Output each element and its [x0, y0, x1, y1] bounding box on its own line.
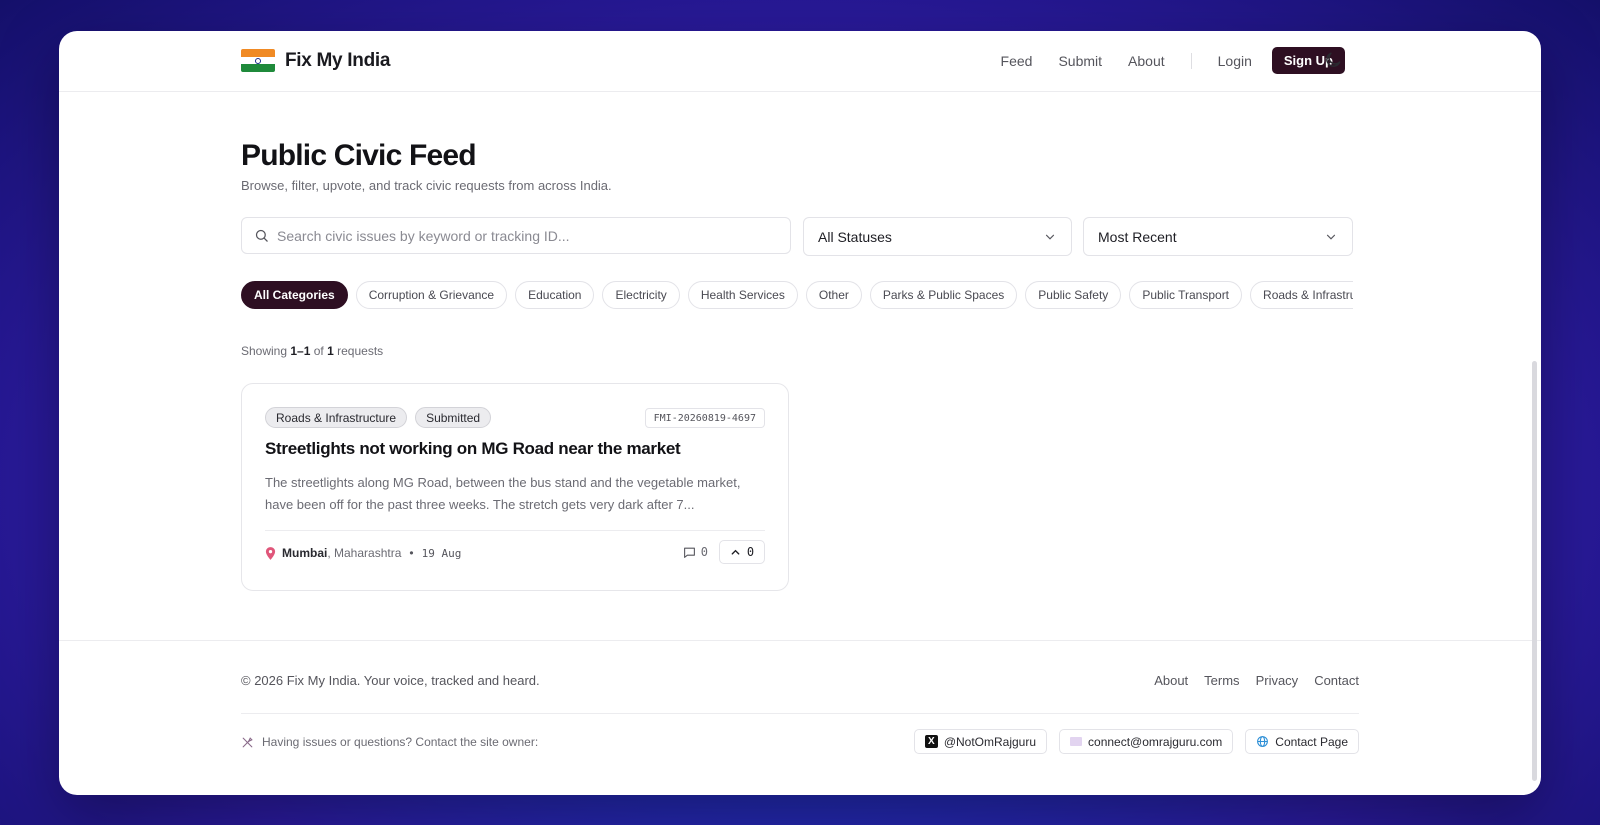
search-input[interactable]	[277, 227, 757, 244]
nav-login-link[interactable]: Login	[1218, 53, 1252, 69]
chevron-down-icon	[1045, 234, 1055, 240]
chip-health-services[interactable]: Health Services	[687, 281, 798, 309]
nav-about-link[interactable]: About	[1128, 53, 1165, 69]
status-select-value: All Statuses	[818, 228, 892, 245]
contact-page-button[interactable]: Contact Page	[1245, 729, 1359, 754]
brand-name: Fix My India	[285, 49, 391, 71]
twitter-button[interactable]: X @NotOmRajguru	[913, 729, 1048, 754]
results-prefix: Showing	[241, 344, 288, 358]
request-card[interactable]: Roads & Infrastructure Submitted FMI-202…	[241, 383, 789, 591]
chip-other[interactable]: Other	[805, 281, 862, 309]
site-header: Fix My India Feed Submit About Login Sig…	[59, 31, 1541, 92]
comment-count[interactable]: 0	[683, 545, 708, 559]
results-total: 1	[327, 344, 334, 358]
comment-count-value: 0	[700, 545, 708, 559]
brand-logo[interactable]: Fix My India	[241, 49, 390, 72]
chip-public-transport[interactable]: Public Transport	[1129, 281, 1243, 309]
contact-note-text: Having issues or questions? Contact the …	[262, 735, 539, 749]
scrollbar[interactable]	[1532, 361, 1537, 781]
results-of: of	[313, 344, 324, 358]
chip-all-categories[interactable]: All Categories	[241, 281, 348, 309]
contact-buttons: X @NotOmRajguru connect@omrajguru.com Co…	[913, 729, 1359, 754]
main-nav: Feed Submit About Login Sign Up	[975, 47, 1345, 74]
site-footer: © 2026 Fix My India. Your voice, tracked…	[59, 640, 1541, 795]
request-tags: Roads & Infrastructure Submitted	[265, 407, 492, 428]
comment-icon	[683, 547, 695, 558]
footer-privacy-link[interactable]: Privacy	[1256, 673, 1299, 688]
x-icon: X	[924, 735, 938, 748]
sort-select[interactable]: Most Recent	[1083, 217, 1353, 256]
results-range: 1–1	[290, 344, 311, 358]
request-title[interactable]: Streetlights not working on MG Road near…	[265, 439, 681, 459]
twitter-handle: @NotOmRajguru	[943, 734, 1037, 749]
footer-contact-link[interactable]: Contact	[1314, 673, 1359, 688]
tracking-id: FMI-20260819-4697	[644, 408, 765, 428]
nav-separator	[1190, 52, 1192, 69]
search-icon	[255, 229, 268, 242]
email-button[interactable]: connect@omrajguru.com	[1059, 729, 1234, 754]
browser-window: Fix My India Feed Submit About Login Sig…	[59, 31, 1541, 795]
map-pin-icon	[265, 546, 276, 560]
request-description: The streetlights along MG Road, between …	[265, 475, 741, 512]
email-address: connect@omrajguru.com	[1088, 734, 1223, 749]
footer-terms-link[interactable]: Terms	[1204, 673, 1239, 688]
footer-links: About Terms Privacy Contact	[1154, 673, 1359, 688]
request-date: 19 Aug	[421, 546, 462, 560]
chip-public-safety[interactable]: Public Safety	[1025, 281, 1122, 309]
chip-electricity[interactable]: Electricity	[602, 281, 680, 309]
category-badge: Roads & Infrastructure	[265, 407, 408, 428]
meta-dot: •	[409, 546, 414, 560]
chip-roads-infrastructure[interactable]: Roads & Infrastructure	[1250, 281, 1353, 309]
upvote-count: 0	[746, 545, 755, 559]
chevron-down-icon	[1326, 234, 1336, 240]
tools-icon	[242, 736, 253, 747]
globe-icon	[1257, 736, 1269, 747]
chevron-up-icon	[731, 549, 740, 555]
upvote-button[interactable]: 0	[719, 540, 765, 564]
chip-parks-public-spaces[interactable]: Parks & Public Spaces	[869, 281, 1018, 309]
copyright-text: © 2026 Fix My India. Your voice, tracked…	[241, 673, 540, 688]
footer-divider	[241, 713, 1359, 714]
category-chips: All Categories Corruption & Grievance Ed…	[241, 281, 1353, 311]
page-subtitle: Browse, filter, upvote, and track civic …	[241, 178, 612, 193]
status-select[interactable]: All Statuses	[803, 217, 1072, 256]
nav-feed-link[interactable]: Feed	[1001, 53, 1033, 69]
chip-corruption-grievance[interactable]: Corruption & Grievance	[355, 281, 508, 309]
nav-submit-link[interactable]: Submit	[1058, 53, 1102, 69]
request-state: , Maharashtra	[327, 546, 402, 560]
request-city: Mumbai	[282, 546, 328, 560]
moon-icon[interactable]	[1323, 50, 1343, 70]
india-flag-icon	[241, 49, 275, 72]
chip-education[interactable]: Education	[515, 281, 595, 309]
search-box[interactable]	[241, 217, 791, 254]
status-badge: Submitted	[415, 407, 492, 428]
contact-note: Having issues or questions? Contact the …	[241, 735, 538, 749]
contact-page-label: Contact Page	[1275, 734, 1348, 749]
page-title: Public Civic Feed	[241, 139, 477, 172]
sort-select-value: Most Recent	[1098, 228, 1177, 245]
results-count: Showing 1–1 of 1 requests	[241, 344, 383, 358]
results-suffix: requests	[337, 344, 384, 358]
mail-icon	[1070, 737, 1083, 746]
footer-about-link[interactable]: About	[1154, 673, 1188, 688]
request-meta: Mumbai , Maharashtra • 19 Aug	[265, 546, 461, 560]
card-divider	[265, 530, 765, 531]
